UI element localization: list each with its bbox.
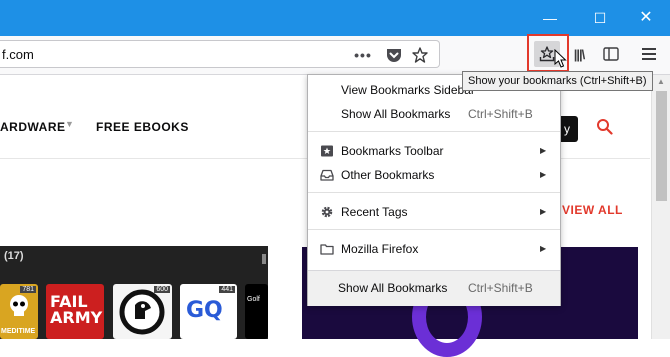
menu-item-other-bookmarks[interactable]: Other Bookmarks ▶	[308, 163, 560, 187]
url-text[interactable]: f.com	[2, 47, 34, 62]
menu-item-show-all-bookmarks[interactable]: Show All Bookmarks Ctrl+Shift+B	[308, 102, 560, 126]
view-all-link[interactable]: VIEW ALL	[562, 203, 623, 217]
panel-marker	[262, 254, 266, 264]
site-button[interactable]: y	[560, 116, 578, 142]
menu-footer-show-all-bookmarks[interactable]: Show All Bookmarks Ctrl+Shift+B	[308, 270, 560, 306]
menu-item-recent-tags[interactable]: Recent Tags ▶	[308, 200, 560, 224]
submenu-arrow-icon: ▶	[540, 146, 547, 155]
search-icon[interactable]	[596, 118, 614, 136]
podcast-tile[interactable]: 600	[113, 284, 172, 339]
submenu-arrow-icon: ▶	[540, 170, 547, 179]
tile-label: GQ	[186, 298, 223, 323]
hamburger-menu-button[interactable]	[636, 41, 662, 67]
menu-item-mozilla-firefox[interactable]: Mozilla Firefox ▶	[308, 237, 560, 261]
bird-logo-icon	[119, 289, 165, 335]
tile-label: MEDITIME	[1, 328, 36, 335]
podcast-tile[interactable]: FAIL ARMY	[46, 284, 104, 339]
scroll-up-icon[interactable]: ▲	[657, 77, 665, 86]
library-button[interactable]: |||\	[566, 41, 592, 67]
folder-icon	[320, 244, 334, 255]
menu-separator	[308, 192, 560, 193]
menu-separator	[308, 229, 560, 230]
podcast-tile[interactable]: 781 MEDITIME	[0, 284, 38, 339]
bookmark-star-icon[interactable]	[410, 45, 430, 65]
sidebar-toggle-button[interactable]	[598, 41, 624, 67]
tile-label: FAIL ARMY	[50, 292, 103, 327]
sidebar-icon	[603, 47, 619, 61]
page-actions-icon[interactable]: •••	[353, 45, 373, 65]
skull-icon	[10, 295, 28, 316]
site-nav-hardware[interactable]: ARDWARE	[0, 120, 66, 134]
page-scrollbar[interactable]: ▲	[651, 75, 670, 339]
bookmarks-menu: View Bookmarks Sidebar Show All Bookmark…	[307, 74, 561, 306]
podcast-tile[interactable]: 441 GQ	[180, 284, 237, 339]
menu-item-bookmarks-toolbar[interactable]: Bookmarks Toolbar ▶	[308, 139, 560, 163]
gear-icon	[321, 206, 333, 218]
podcast-count: (17)	[4, 250, 24, 262]
submenu-arrow-icon: ▶	[540, 207, 547, 216]
library-icon: |||\	[573, 46, 585, 62]
tray-icon	[320, 169, 334, 181]
minimize-button[interactable]: —	[536, 6, 564, 30]
maximize-button[interactable]: ☐	[586, 6, 614, 30]
star-folder-icon	[321, 145, 333, 157]
hamburger-icon	[642, 48, 656, 60]
chevron-down-icon: ▼	[65, 119, 74, 129]
pocket-icon[interactable]	[384, 45, 404, 65]
scroll-thumb[interactable]	[656, 91, 667, 201]
close-window-button[interactable]: ✕	[632, 6, 660, 30]
podcast-tile[interactable]: Golf	[245, 284, 268, 339]
mouse-cursor-icon	[554, 49, 567, 68]
podcast-panel: (17) 781 MEDITIME FAIL ARMY 600 441 GQ G…	[0, 246, 268, 339]
tooltip: Show your bookmarks (Ctrl+Shift+B)	[462, 71, 653, 91]
tile-label: Golf	[247, 296, 260, 303]
site-nav-free-ebooks[interactable]: FREE EBOOKS	[96, 120, 189, 134]
title-bar: — ☐ ✕	[0, 0, 670, 36]
tile-badge: 441	[219, 286, 235, 293]
submenu-arrow-icon: ▶	[540, 244, 547, 253]
url-bar[interactable]: f.com •••	[0, 40, 440, 68]
menu-separator	[308, 131, 560, 132]
